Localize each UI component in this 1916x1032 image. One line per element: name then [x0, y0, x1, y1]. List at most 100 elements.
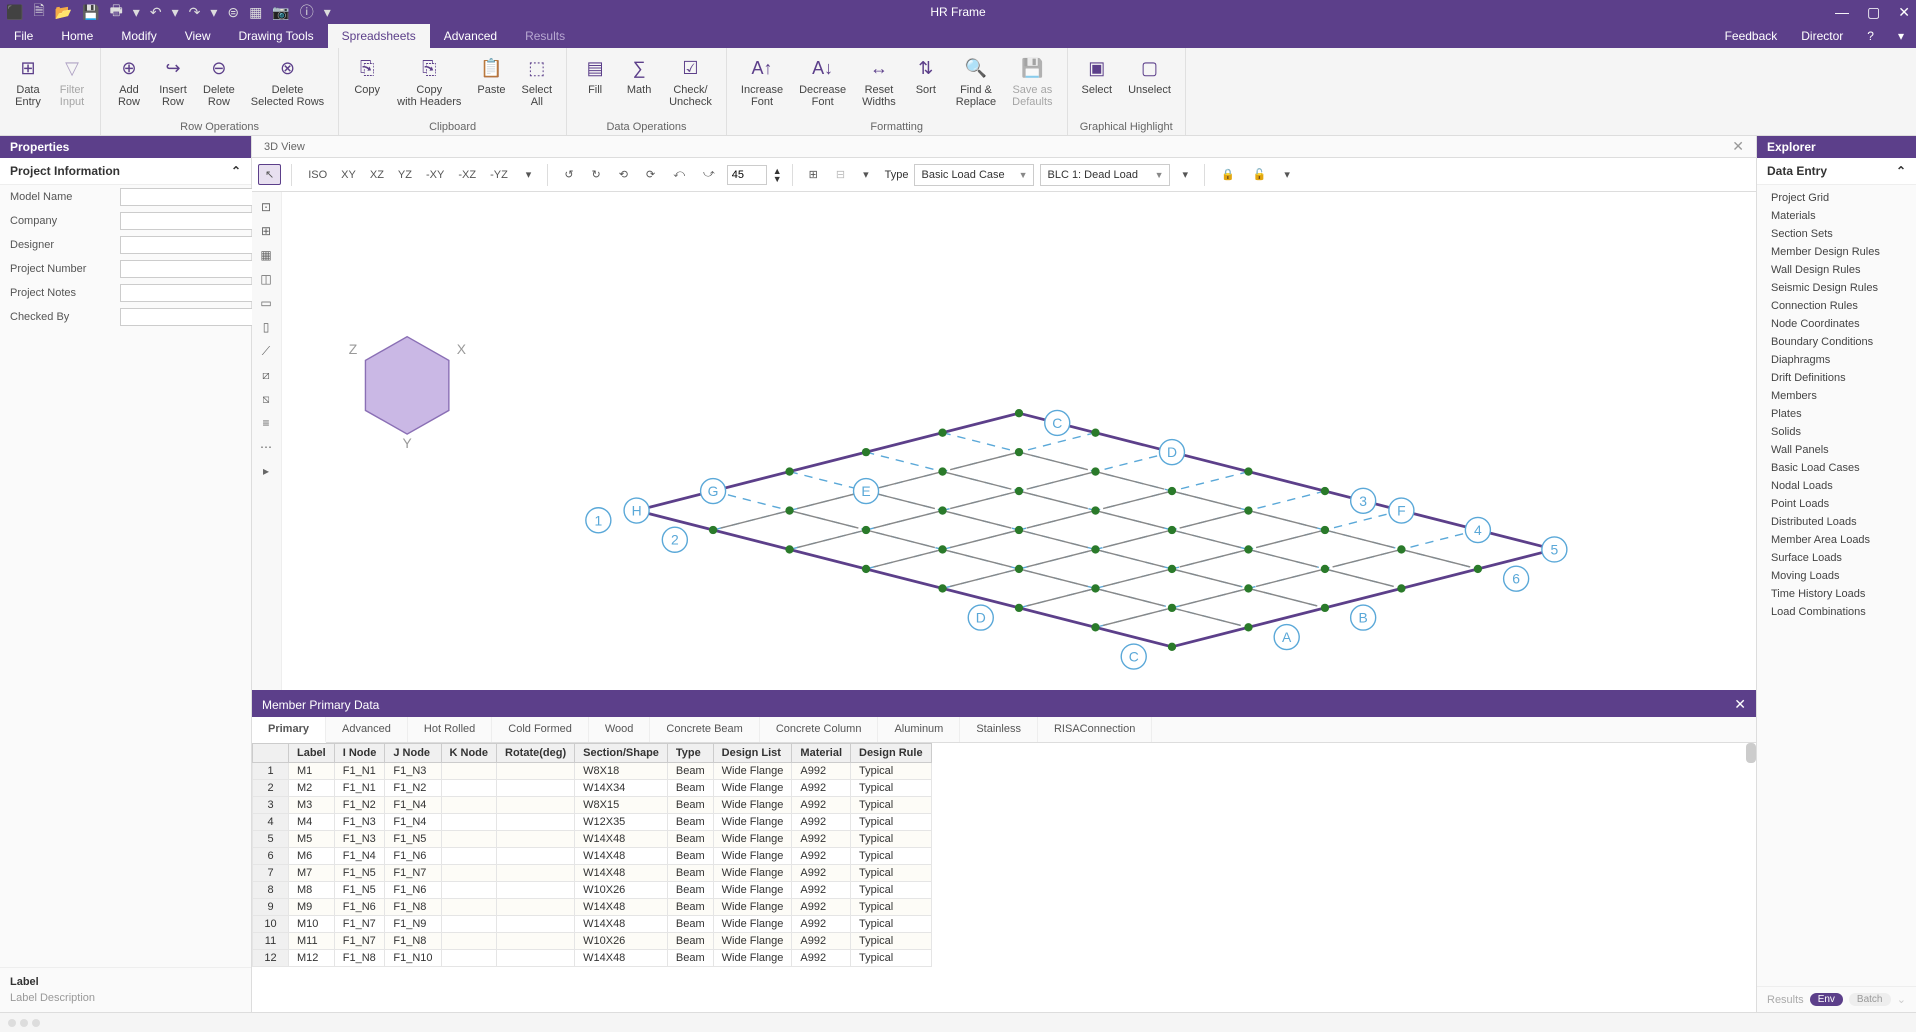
orient-yz[interactable]: YZ [392, 166, 418, 184]
grid-tab-risaconnection[interactable]: RISAConnection [1038, 717, 1152, 742]
column-header[interactable]: J Node [385, 744, 441, 763]
new-file-icon[interactable]: 🗎 [33, 0, 44, 24]
grid-tab-hot-rolled[interactable]: Hot Rolled [408, 717, 492, 742]
ribbon-increase-font-button[interactable]: A↑Increase Font [735, 52, 789, 119]
model-canvas[interactable]: XYZHG12CDEF345AB6CD [282, 192, 1756, 690]
rotate-icon[interactable]: ⟲ [613, 165, 634, 184]
grid-body[interactable]: LabelI NodeJ NodeK NodeRotate(deg)Sectio… [252, 743, 1756, 1012]
angle-down-icon[interactable]: ▼ [773, 175, 782, 183]
explorer-node-member-area-loads[interactable]: Member Area Loads [1757, 531, 1916, 549]
ribbon-math-button[interactable]: ∑Math [619, 52, 659, 119]
vtool-icon[interactable]: ⧄ [254, 364, 278, 386]
menu-file[interactable]: File [0, 24, 47, 48]
dropdown-icon[interactable]: ▾ [1278, 165, 1296, 184]
redo-icon[interactable]: ↷ [189, 4, 201, 21]
qat-icon[interactable]: ▦ [249, 4, 262, 21]
table-row[interactable]: 11M11F1_N7F1_N8W10X26BeamWide FlangeA992… [253, 933, 932, 950]
explorer-node-nodal-loads[interactable]: Nodal Loads [1757, 477, 1916, 495]
column-header[interactable]: Rotate(deg) [497, 744, 575, 763]
table-row[interactable]: 12M12F1_N8F1_N10W14X48BeamWide FlangeA99… [253, 950, 932, 967]
rotate-icon[interactable]: ⟳ [640, 165, 661, 184]
save-icon[interactable]: 💾 [82, 4, 99, 21]
ribbon-select-button[interactable]: ▣Select [1076, 52, 1119, 119]
vtool-icon[interactable]: ⧅ [254, 388, 278, 410]
grid-tab-aluminum[interactable]: Aluminum [878, 717, 960, 742]
explorer-node-seismic-design-rules[interactable]: Seismic Design Rules [1757, 279, 1916, 297]
scrollbar-thumb[interactable] [1746, 743, 1756, 763]
explorer-node-node-coordinates[interactable]: Node Coordinates [1757, 315, 1916, 333]
menu-view[interactable]: View [171, 24, 225, 48]
toggle-icon[interactable]: ⊟ [830, 165, 851, 184]
ribbon-paste-button[interactable]: 📋Paste [471, 52, 511, 119]
menu-modify[interactable]: Modify [107, 24, 170, 48]
ribbon-copy-button[interactable]: ⎘Copy [347, 52, 387, 119]
app-icon[interactable]: ⬛ [6, 4, 23, 21]
ribbon-copy-with-headers-button[interactable]: ⎘Copy with Headers [391, 52, 467, 119]
dropdown-icon[interactable]: ▾ [520, 165, 538, 184]
vtool-icon[interactable]: ⟋ [254, 340, 278, 362]
orient--xz[interactable]: -XZ [452, 166, 482, 184]
qat-icon[interactable]: ⊜ [227, 4, 239, 21]
menu-spreadsheets[interactable]: Spreadsheets [328, 24, 430, 48]
cursor-tool-icon[interactable]: ↖ [258, 164, 281, 185]
close-grid-icon[interactable]: ✕ [1734, 696, 1746, 713]
toggle-icon[interactable]: ⊞ [803, 165, 824, 184]
property-input[interactable] [120, 212, 272, 230]
undo-icon[interactable]: ↶ [150, 4, 162, 21]
menu-drawing-tools[interactable]: Drawing Tools [225, 24, 328, 48]
grid-tab-advanced[interactable]: Advanced [326, 717, 408, 742]
ribbon-add-row-button[interactable]: ⊕Add Row [109, 52, 149, 119]
grid-tab-stainless[interactable]: Stainless [960, 717, 1038, 742]
redo-dropdown-icon[interactable]: ▾ [210, 4, 217, 21]
explorer-node-member-design-rules[interactable]: Member Design Rules [1757, 243, 1916, 261]
ribbon-fill-button[interactable]: ▤Fill [575, 52, 615, 119]
menu-right-item[interactable]: Feedback [1713, 24, 1790, 48]
qat-dropdown-icon[interactable]: ▾ [133, 4, 140, 21]
explorer-node-plates[interactable]: Plates [1757, 405, 1916, 423]
column-header[interactable]: I Node [334, 744, 385, 763]
column-header[interactable]: Type [667, 744, 713, 763]
grid-tab-cold-formed[interactable]: Cold Formed [492, 717, 589, 742]
qat-dropdown-icon[interactable]: ▾ [324, 4, 331, 21]
grid-tab-wood[interactable]: Wood [589, 717, 651, 742]
orient--xy[interactable]: -XY [420, 166, 450, 184]
ribbon-decrease-font-button[interactable]: A↓Decrease Font [793, 52, 852, 119]
dropdown-icon[interactable]: ▾ [857, 165, 875, 184]
table-row[interactable]: 1M1F1_N1F1_N3W8X18BeamWide FlangeA992Typ… [253, 763, 932, 780]
ribbon-check-uncheck-button[interactable]: ☑Check/ Uncheck [663, 52, 718, 119]
grid-tab-primary[interactable]: Primary [252, 717, 326, 743]
orient-xz[interactable]: XZ [364, 166, 390, 184]
menu-right-item[interactable]: ▾ [1886, 24, 1916, 48]
grid-tab-concrete-beam[interactable]: Concrete Beam [650, 717, 759, 742]
column-header[interactable]: Section/Shape [575, 744, 668, 763]
explorer-node-moving-loads[interactable]: Moving Loads [1757, 567, 1916, 585]
column-header[interactable]: Material [792, 744, 851, 763]
ribbon-insert-row-button[interactable]: ↪Insert Row [153, 52, 193, 119]
vtool-dots-icon[interactable]: ⋯ [254, 436, 278, 458]
vtool-icon[interactable]: ▭ [254, 292, 278, 314]
property-input[interactable] [120, 188, 272, 206]
explorer-node-boundary-conditions[interactable]: Boundary Conditions [1757, 333, 1916, 351]
camera-icon[interactable]: 📷 [272, 4, 289, 21]
lock-icon[interactable]: 🔒 [1215, 165, 1241, 184]
load-type-select[interactable]: Basic Load Case▼ [914, 164, 1034, 186]
rotation-angle-input[interactable] [727, 165, 767, 185]
explorer-node-members[interactable]: Members [1757, 387, 1916, 405]
print-icon[interactable]: 🖶 [110, 0, 123, 24]
menu-right-item[interactable]: ? [1855, 24, 1886, 48]
batch-pill[interactable]: Batch [1849, 993, 1891, 1006]
explorer-node-drift-definitions[interactable]: Drift Definitions [1757, 369, 1916, 387]
explorer-node-project-grid[interactable]: Project Grid [1757, 189, 1916, 207]
explorer-node-solids[interactable]: Solids [1757, 423, 1916, 441]
close-view-icon[interactable]: ✕ [1732, 138, 1744, 155]
lock-n-icon[interactable]: 🔓 [1247, 165, 1273, 184]
explorer-node-materials[interactable]: Materials [1757, 207, 1916, 225]
ribbon-data-entry-button[interactable]: ⊞Data Entry [8, 52, 48, 131]
menu-results[interactable]: Results [511, 24, 579, 48]
data-entry-header[interactable]: Data Entry ⌃ [1757, 158, 1916, 185]
column-header[interactable]: Label [289, 744, 335, 763]
viewport-3d[interactable]: ⊡ ⊞ ▦ ◫ ▭ ▯ ⟋ ⧄ ⧅ ≡ ⋯ ▸ XYZHG12CDEF345AB… [252, 192, 1756, 690]
ribbon-find-replace-button[interactable]: 🔍Find & Replace [950, 52, 1002, 119]
explorer-node-surface-loads[interactable]: Surface Loads [1757, 549, 1916, 567]
vtool-icon[interactable]: ⊞ [254, 220, 278, 242]
